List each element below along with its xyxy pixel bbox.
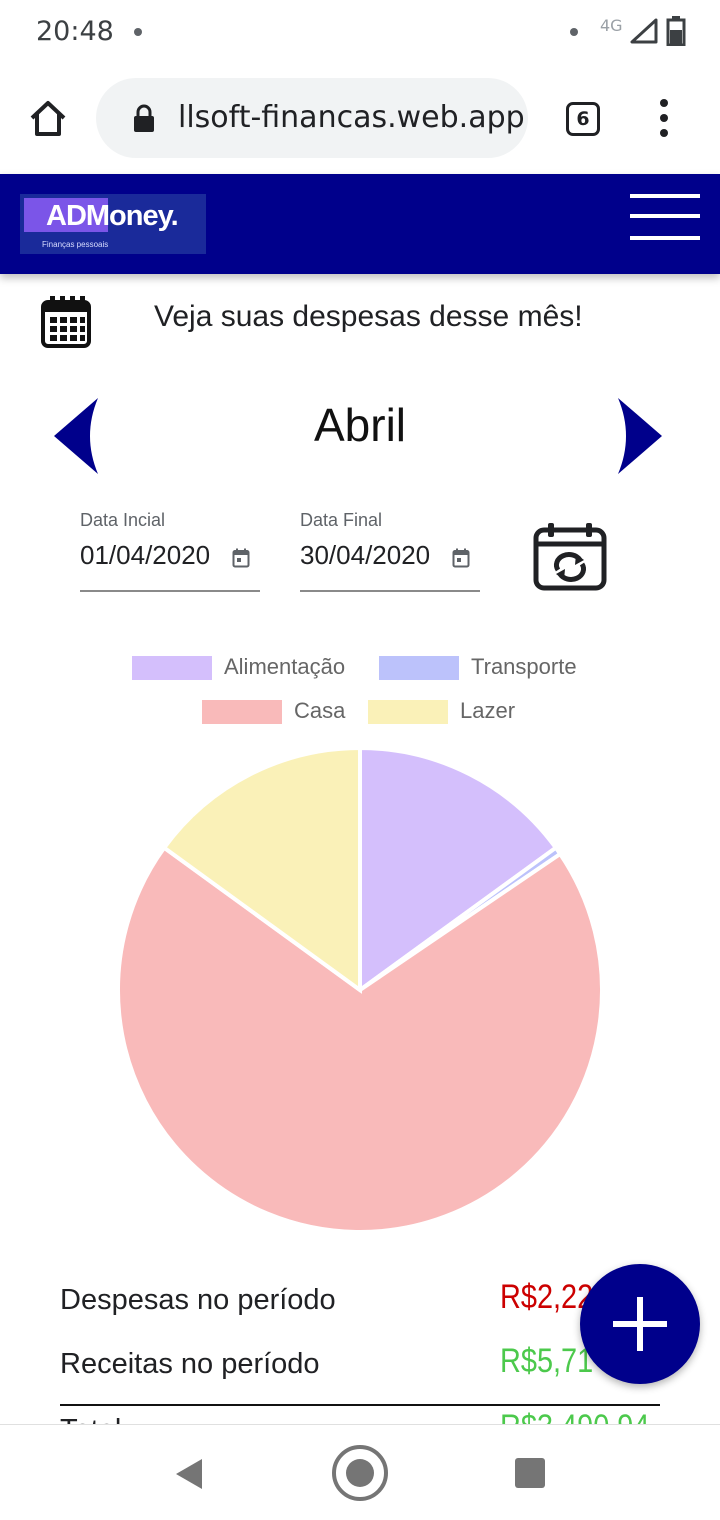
summary-divider xyxy=(60,1404,660,1406)
home-button-icon[interactable] xyxy=(330,1443,390,1503)
browser-toolbar: llsoft-financas.web.app 6 xyxy=(0,64,720,174)
date-picker-icon[interactable] xyxy=(452,548,470,568)
logo-text: ADMoney. xyxy=(46,200,179,232)
signal-icon xyxy=(630,18,658,44)
expenses-label: Despesas no período xyxy=(60,1284,336,1316)
legend-swatch xyxy=(379,656,459,680)
more-menu-icon[interactable] xyxy=(652,98,676,138)
legend-label: Alimentação xyxy=(224,654,346,679)
expenses-value: R$2,22 xyxy=(500,1278,594,1316)
start-date-label: Data Incial xyxy=(80,510,166,530)
end-date-value: 30/04/2020 xyxy=(300,540,431,570)
intro-text: Veja suas despesas desse mês! xyxy=(154,300,583,333)
income-value: R$5,71 xyxy=(500,1342,594,1380)
url-text: llsoft-financas.web.app xyxy=(178,100,525,135)
legend-label: Casa xyxy=(294,698,346,723)
legend-label: Transporte xyxy=(471,654,577,679)
month-label: Abril xyxy=(313,399,407,451)
url-bar[interactable]: llsoft-financas.web.app xyxy=(96,78,528,158)
legend-swatch xyxy=(202,700,282,724)
app-header: ADMoney. Finanças pessoais xyxy=(0,174,720,274)
home-icon[interactable] xyxy=(28,98,68,138)
end-date-label: Data Final xyxy=(300,510,383,530)
legend-swatch xyxy=(368,700,448,724)
status-time: 20:48 xyxy=(36,16,114,47)
indicator-dot-icon xyxy=(570,28,578,36)
next-month-arrow-icon[interactable] xyxy=(614,396,664,476)
start-date-value: 01/04/2020 xyxy=(80,540,211,570)
plus-icon xyxy=(637,1297,643,1351)
network-type: 4G xyxy=(600,16,623,35)
start-date-field[interactable]: Data Incial 01/04/2020 xyxy=(80,510,260,592)
system-nav-bar xyxy=(0,1424,720,1520)
expenses-pie-chart xyxy=(116,745,604,1234)
notification-dot-icon xyxy=(134,28,142,36)
tab-switcher-button[interactable]: 6 xyxy=(566,102,600,136)
income-row: Receitas no período R$5,71 xyxy=(60,1342,660,1388)
calendar-icon xyxy=(41,296,91,348)
recents-icon[interactable] xyxy=(514,1457,546,1489)
add-transaction-button[interactable] xyxy=(580,1264,700,1384)
refresh-calendar-icon[interactable] xyxy=(532,522,608,592)
logo-subtitle: Finanças pessoais xyxy=(42,240,109,249)
end-date-field[interactable]: Data Final 30/04/2020 xyxy=(300,510,480,592)
income-label: Receitas no período xyxy=(60,1348,320,1380)
lock-icon xyxy=(134,104,154,132)
status-bar: 20:48 4G xyxy=(0,0,720,64)
date-picker-icon[interactable] xyxy=(232,548,250,568)
battery-icon xyxy=(666,16,686,46)
admoney-logo[interactable]: ADMoney. Finanças pessoais xyxy=(20,194,206,254)
hamburger-menu-icon[interactable] xyxy=(630,192,700,242)
legend-swatch xyxy=(132,656,212,680)
legend-label: Lazer xyxy=(460,698,516,723)
back-icon[interactable] xyxy=(172,1457,206,1491)
expenses-row: Despesas no período R$2,22 xyxy=(60,1278,660,1324)
